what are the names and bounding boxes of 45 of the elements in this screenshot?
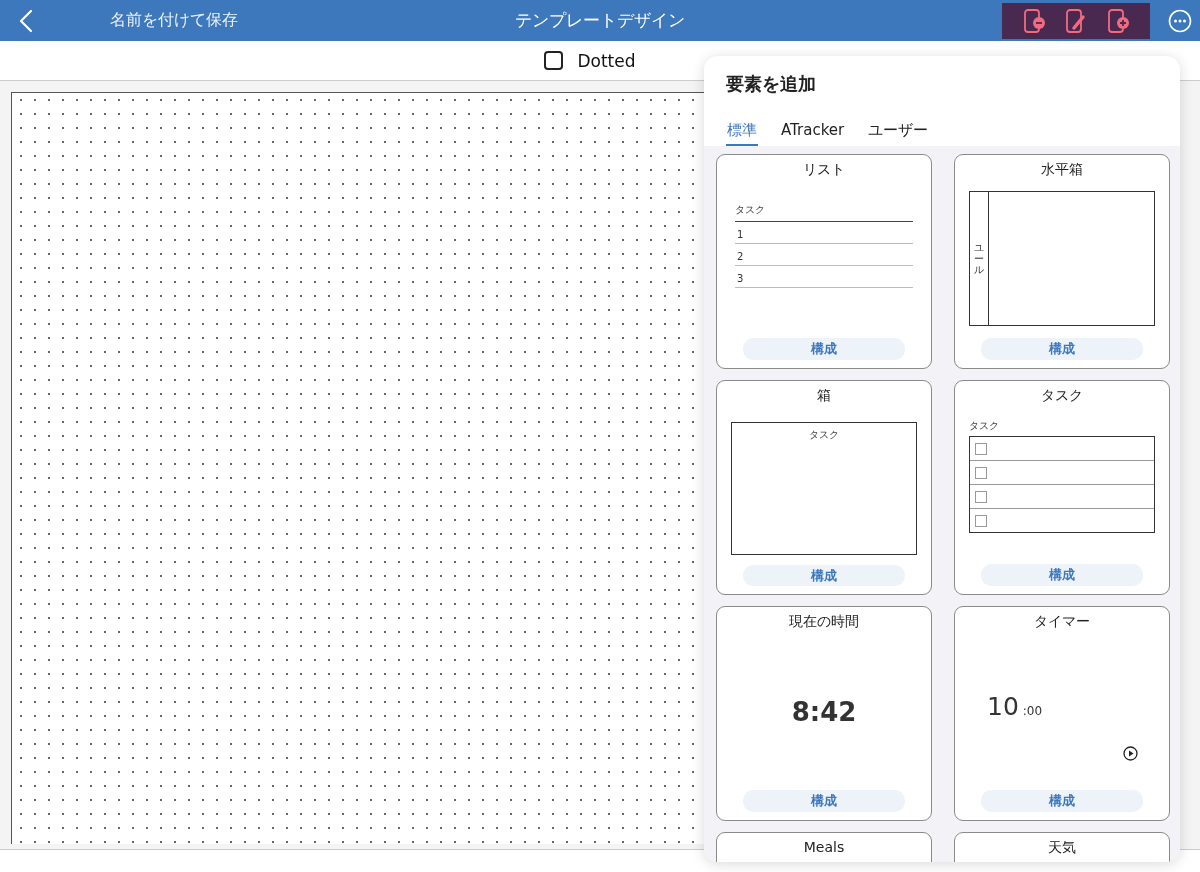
- element-card[interactable]: 天気: [954, 832, 1170, 862]
- configure-button[interactable]: 構成: [981, 790, 1143, 812]
- document-edit-icon[interactable]: [1064, 7, 1088, 34]
- element-card[interactable]: 現在の時間 8:42 構成: [716, 606, 932, 821]
- card-title: 天気: [1048, 839, 1076, 857]
- list-header: タスク: [735, 203, 913, 222]
- task-header: タスク: [969, 419, 1000, 433]
- document-minus-icon[interactable]: [1022, 7, 1046, 34]
- side-label: ユール: [974, 242, 984, 275]
- card-title: リスト: [803, 161, 845, 179]
- list-row: 1: [735, 222, 913, 244]
- dotted-checkbox[interactable]: [544, 51, 564, 70]
- card-title: 水平箱: [1041, 161, 1083, 179]
- tab[interactable]: ATracker: [780, 116, 846, 146]
- element-card[interactable]: リスト タスク 1 2 3 構成: [716, 154, 932, 369]
- card-title: 現在の時間: [789, 613, 859, 631]
- card-title: タイマー: [1034, 613, 1090, 631]
- configure-button[interactable]: 構成: [981, 338, 1143, 360]
- card-title: 箱: [817, 387, 831, 405]
- more-button[interactable]: [1168, 8, 1192, 33]
- popover-title: 要素を追加: [725, 72, 817, 96]
- document-plus-icon[interactable]: [1106, 7, 1130, 34]
- configure-button[interactable]: 構成: [981, 564, 1143, 586]
- element-card[interactable]: タスク タスク 構成: [954, 380, 1170, 595]
- tab[interactable]: ユーザー: [867, 116, 930, 146]
- timer-seconds: :00: [1022, 704, 1043, 718]
- element-card[interactable]: 水平箱 ユール 構成: [954, 154, 1170, 369]
- card-title: Meals: [803, 839, 845, 857]
- timer-minutes: 10: [987, 692, 1019, 721]
- element-card[interactable]: タイマー 10 :00 構成: [954, 606, 1170, 821]
- element-card[interactable]: Meals: [716, 832, 932, 862]
- clock-time: 8:42: [791, 696, 857, 727]
- element-card[interactable]: 箱 タスク 構成: [716, 380, 932, 595]
- configure-button[interactable]: 構成: [743, 565, 905, 586]
- box-label: タスク: [809, 428, 839, 441]
- configure-button[interactable]: 構成: [743, 338, 905, 360]
- list-row: 2: [735, 244, 913, 266]
- back-chevron-icon: [19, 8, 33, 33]
- play-icon[interactable]: [1123, 746, 1138, 761]
- list-row: 3: [735, 266, 913, 288]
- checkbox-label: Dotted: [577, 50, 636, 71]
- configure-button[interactable]: 構成: [743, 790, 905, 812]
- save-as-button[interactable]: 名前を付けて保存: [110, 10, 238, 31]
- window-title: テンプレートデザイン: [514, 9, 686, 32]
- card-title: タスク: [1041, 387, 1083, 405]
